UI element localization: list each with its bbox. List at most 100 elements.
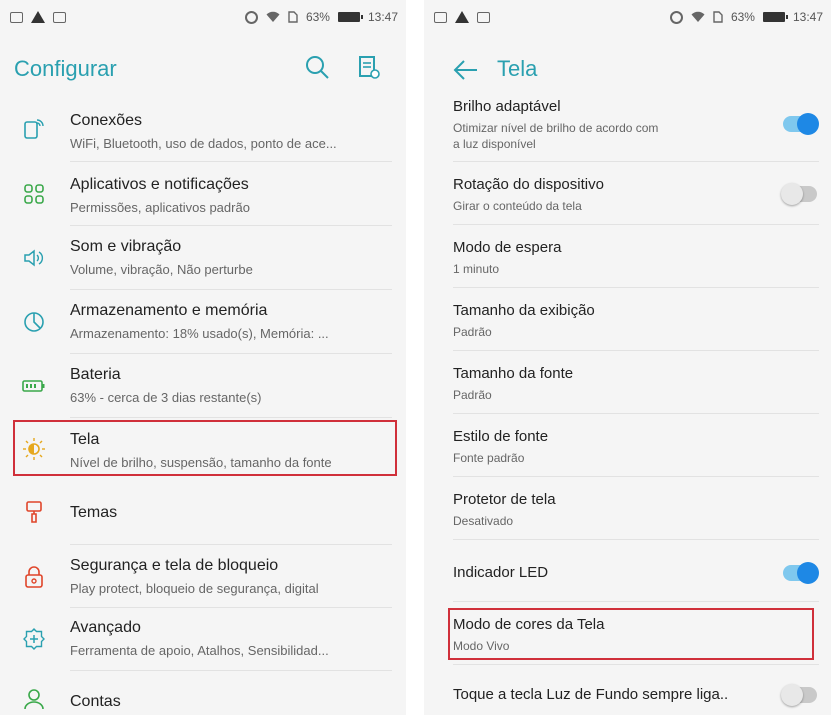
- setting-title: Tamanho da exibição: [453, 302, 595, 319]
- app-bar: Configurar: [0, 50, 406, 90]
- device-rotation-toggle[interactable]: [781, 183, 817, 205]
- settings-item-title: Aplicativos e notificações: [70, 176, 249, 193]
- settings-screen: 63% 13:47 Configurar Conexões WiFi, Blue…: [0, 0, 406, 715]
- divider: [453, 350, 819, 351]
- setting-subtitle: 1 minuto: [453, 262, 500, 276]
- setting-subtitle: Padrão: [453, 388, 492, 402]
- settings-item-subtitle: Play protect, bloqueio de segurança, dig…: [70, 581, 319, 596]
- battery-icon: [22, 380, 45, 392]
- connections-icon: [24, 119, 44, 139]
- clock: 13:47: [367, 10, 398, 24]
- divider: [70, 161, 392, 162]
- status-bar: 63% 13:47: [0, 0, 406, 36]
- divider: [70, 353, 392, 354]
- setting-title: Estilo de fonte: [453, 428, 549, 445]
- adaptive-brightness-toggle[interactable]: [783, 113, 819, 135]
- battery-status-icon: [762, 12, 788, 22]
- divider: [70, 289, 392, 290]
- wifi-icon: [266, 11, 280, 22]
- clock: 13:47: [792, 10, 823, 24]
- divider: [453, 539, 819, 540]
- setting-title: Modo de espera: [453, 239, 562, 256]
- backlight-keys-toggle[interactable]: [781, 684, 817, 706]
- settings-item-themes[interactable]: Temas: [0, 494, 406, 534]
- setting-backlight-keys[interactable]: Toque a tecla Luz de Fundo sempre liga..: [424, 676, 831, 712]
- highlight-box: [448, 608, 814, 660]
- advanced-icon: [23, 628, 45, 650]
- battery-status-icon: [337, 12, 363, 22]
- led-indicator-toggle[interactable]: [783, 562, 819, 584]
- setting-screensaver[interactable]: Protetor de tela Desativado: [424, 487, 831, 537]
- battery-percent: 63%: [730, 10, 755, 24]
- settings-item-title: Temas: [70, 504, 118, 521]
- divider: [70, 607, 392, 608]
- divider: [453, 601, 819, 602]
- settings-item-title: Armazenamento e memória: [70, 302, 268, 319]
- status-bar: 63% 13:47: [424, 0, 831, 36]
- divider: [453, 664, 819, 665]
- setting-sleep-mode[interactable]: Modo de espera 1 minuto: [424, 235, 831, 285]
- image-notification-icon: [10, 11, 23, 23]
- data-saver-icon: [244, 10, 258, 24]
- divider: [453, 287, 819, 288]
- setting-led-indicator[interactable]: Indicador LED: [424, 550, 831, 598]
- setting-title: Tamanho da fonte: [453, 365, 574, 382]
- divider: [70, 417, 392, 418]
- sim-icon: [713, 11, 723, 23]
- setting-display-size[interactable]: Tamanho da exibição Padrão: [424, 298, 831, 348]
- page-title: Tela: [497, 56, 538, 81]
- divider: [453, 161, 819, 162]
- warning-icon: [455, 11, 469, 23]
- image-notification-icon: [53, 11, 66, 23]
- settings-item-subtitle: Permissões, aplicativos padrão: [70, 200, 250, 215]
- setting-title: Brilho adaptável: [453, 98, 561, 115]
- volume-icon: [24, 249, 44, 267]
- search-icon[interactable]: [304, 54, 330, 80]
- image-notification-icon: [477, 11, 490, 23]
- settings-item-title: Avançado: [70, 619, 141, 636]
- setting-adaptive-brightness[interactable]: Brilho adaptável Otimizar nível de brilh…: [424, 94, 831, 156]
- edit-list-icon[interactable]: [356, 54, 382, 80]
- settings-item-accounts[interactable]: Contas: [0, 681, 406, 715]
- divider: [70, 544, 392, 545]
- divider: [453, 413, 819, 414]
- warning-icon: [31, 11, 45, 23]
- settings-item-advanced[interactable]: Avançado Ferramenta de apoio, Atalhos, S…: [0, 617, 406, 673]
- lock-icon: [25, 566, 43, 588]
- highlight-box: [13, 420, 397, 476]
- setting-device-rotation[interactable]: Rotação do dispositivo Girar o conteúdo …: [424, 172, 831, 222]
- settings-item-subtitle: Armazenamento: 18% usado(s), Memória: ..…: [70, 326, 329, 341]
- settings-item-title: Bateria: [70, 366, 121, 383]
- page-title: Configurar: [14, 56, 117, 81]
- divider: [70, 225, 392, 226]
- setting-font-size[interactable]: Tamanho da fonte Padrão: [424, 361, 831, 411]
- setting-subtitle: Girar o conteúdo da tela: [453, 199, 582, 213]
- divider: [453, 476, 819, 477]
- divider: [70, 670, 392, 671]
- settings-item-subtitle: 63% - cerca de 3 dias restante(s): [70, 390, 262, 405]
- themes-icon: [26, 501, 42, 523]
- setting-subtitle: Padrão: [453, 325, 492, 339]
- setting-subtitle: Desativado: [453, 514, 514, 528]
- setting-subtitle: a luz disponível: [453, 137, 536, 151]
- settings-item-sound[interactable]: Som e vibração Volume, vibração, Não per…: [0, 236, 406, 292]
- settings-item-subtitle: Volume, vibração, Não perturbe: [70, 262, 253, 277]
- settings-item-apps[interactable]: Aplicativos e notificações Permissões, a…: [0, 172, 406, 228]
- settings-item-title: Segurança e tela de bloqueio: [70, 557, 279, 574]
- setting-title: Protetor de tela: [453, 491, 556, 508]
- settings-item-battery[interactable]: Bateria 63% - cerca de 3 dias restante(s…: [0, 364, 406, 420]
- settings-item-storage[interactable]: Armazenamento e memória Armazenamento: 1…: [0, 300, 406, 356]
- back-arrow-icon[interactable]: [452, 58, 480, 82]
- image-notification-icon: [434, 11, 447, 23]
- wifi-icon: [691, 11, 705, 22]
- settings-item-title: Conexões: [70, 112, 143, 129]
- setting-title: Rotação do dispositivo: [453, 176, 604, 193]
- settings-item-title: Contas: [70, 693, 121, 710]
- settings-item-connections[interactable]: Conexões WiFi, Bluetooth, uso de dados, …: [0, 108, 406, 164]
- setting-font-style[interactable]: Estilo de fonte Fonte padrão: [424, 424, 831, 474]
- settings-item-title: Som e vibração: [70, 238, 182, 255]
- app-bar: Tela: [424, 50, 831, 90]
- storage-icon: [24, 312, 44, 332]
- settings-item-security[interactable]: Segurança e tela de bloqueio Play protec…: [0, 553, 406, 609]
- battery-percent: 63%: [305, 10, 330, 24]
